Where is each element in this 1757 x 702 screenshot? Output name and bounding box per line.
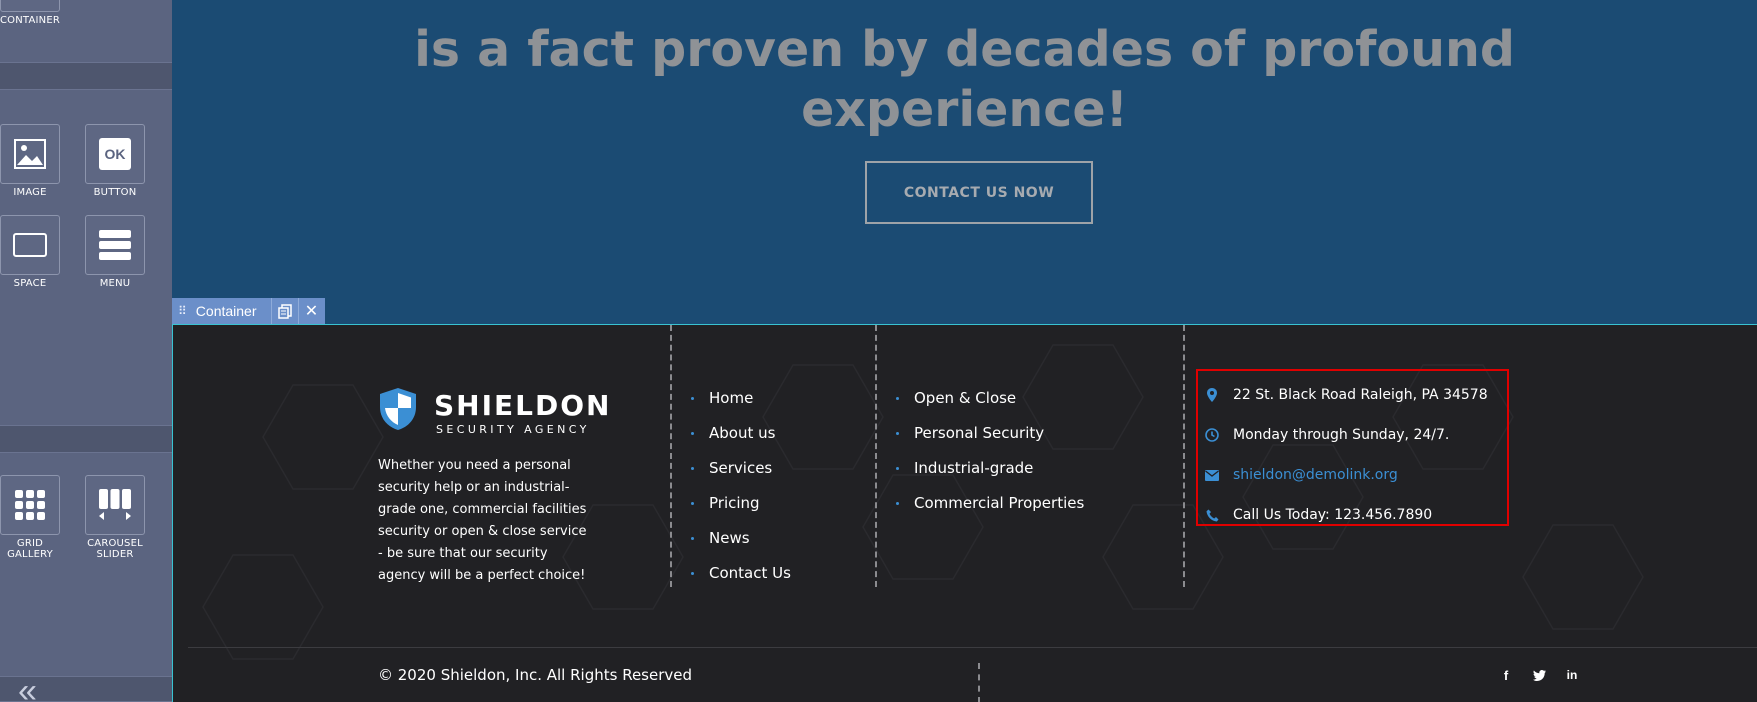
footer-service-personal[interactable]: Personal Security [896,424,1084,459]
footer-container[interactable]: SHIELDON SECURITY AGENCY Whether you nee… [172,324,1757,702]
column-divider [875,325,877,587]
footer-link-home[interactable]: Home [691,389,791,424]
hero-title-line: experience! [801,81,1128,138]
copy-icon [277,303,292,319]
button-tool[interactable]: OK BUTTON [85,124,145,198]
image-tool[interactable]: IMAGE [0,124,60,198]
column-divider [670,325,672,587]
brand-tagline: SECURITY AGENCY [436,423,590,436]
clock-icon [1201,428,1223,442]
grid-gallery-tool[interactable]: GRID GALLERY [0,475,60,560]
carousel-slider-tool-label: CAROUSEL SLIDER [87,538,143,560]
collapse-panel-icon[interactable]: « [18,674,37,702]
footer-service-open-close[interactable]: Open & Close [896,389,1084,424]
footer-link-news[interactable]: News [691,529,791,564]
hero-title-line-partial [172,0,1757,20]
builder-panel: CONTAINER IMAGE OK BUTTON SPACE MENU GRI… [0,0,172,702]
menu-tool-label: MENU [99,278,131,289]
linkedin-icon[interactable]: in [1563,666,1581,684]
grid-gallery-icon [0,475,60,535]
footer-service-commercial[interactable]: Commercial Properties [896,494,1084,529]
contact-hours: Monday through Sunday, 24/7. [1201,425,1449,445]
container-label: Container [195,303,257,319]
menu-icon [85,215,145,275]
close-container-button[interactable]: ✕ [297,298,325,324]
contact-phone-text: Call Us Today: 123.456.7890 [1233,507,1433,523]
footer-link-about[interactable]: About us [691,424,791,459]
carousel-slider-tool[interactable]: CAROUSEL SLIDER [85,475,145,560]
space-icon [0,215,60,275]
footer-divider [188,647,1757,648]
copyright-text: © 2020 Shieldon, Inc. All Rights Reserve… [378,666,693,684]
carousel-slider-icon [85,475,145,535]
footer-link-contact[interactable]: Contact Us [691,564,791,599]
shield-logo-icon [380,388,416,430]
footer-link-services[interactable]: Services [691,459,791,494]
space-tool-label: SPACE [13,278,47,289]
footer-services-menu: Open & Close Personal Security Industria… [896,389,1084,529]
button-tool-label: BUTTON [93,187,137,198]
brand-name: SHIELDON [434,389,612,422]
hero-title-line: is a fact proven by decades of profound [414,21,1515,78]
twitter-icon[interactable] [1530,666,1548,684]
panel-divider [0,62,172,90]
contact-address-text: 22 St. Black Road Raleigh, PA 34578 [1233,387,1488,403]
contact-address: 22 St. Black Road Raleigh, PA 34578 [1201,385,1488,405]
image-icon [0,124,60,184]
envelope-icon [1201,469,1223,481]
container-drag-handle[interactable]: ⠿ Container [172,298,271,324]
container-icon [0,0,60,12]
column-divider [1183,325,1185,587]
contact-email-link[interactable]: shieldon@demolink.org [1233,467,1398,483]
container-tool-label: CONTAINER [0,15,61,26]
space-tool[interactable]: SPACE [0,215,60,289]
grid-gallery-tool-label: GRID GALLERY [7,538,53,560]
footer-link-pricing[interactable]: Pricing [691,494,791,529]
contact-phone: Call Us Today: 123.456.7890 [1201,505,1432,525]
copy-container-button[interactable] [270,298,298,324]
contact-hours-text: Monday through Sunday, 24/7. [1233,427,1450,443]
hero-title: is a fact proven by decades of profound … [172,0,1757,140]
map-marker-icon [1201,388,1223,402]
footer-nav-menu: Home About us Services Pricing News Cont… [691,389,791,599]
facebook-icon[interactable]: f [1497,666,1515,684]
phone-icon [1201,509,1223,522]
close-icon: ✕ [304,303,319,320]
contact-info-block[interactable]: 22 St. Black Road Raleigh, PA 34578 Mond… [1196,369,1509,526]
brand-description: Whether you need a personal security hel… [378,458,587,583]
drag-handle-icon: ⠿ [178,304,187,318]
contact-email: shieldon@demolink.org [1201,465,1398,485]
container-tool[interactable]: CONTAINER [0,0,60,26]
bottom-divider [978,663,980,702]
contact-us-button[interactable]: CONTACT US NOW [865,161,1093,224]
image-tool-label: IMAGE [13,187,47,198]
panel-divider [0,425,172,453]
hero-section: is a fact proven by decades of profound … [172,0,1757,324]
container-toolbar: ⠿ Container ✕ [172,298,325,324]
button-icon: OK [85,124,145,184]
menu-tool[interactable]: MENU [85,215,145,289]
footer-service-industrial[interactable]: Industrial-grade [896,459,1084,494]
